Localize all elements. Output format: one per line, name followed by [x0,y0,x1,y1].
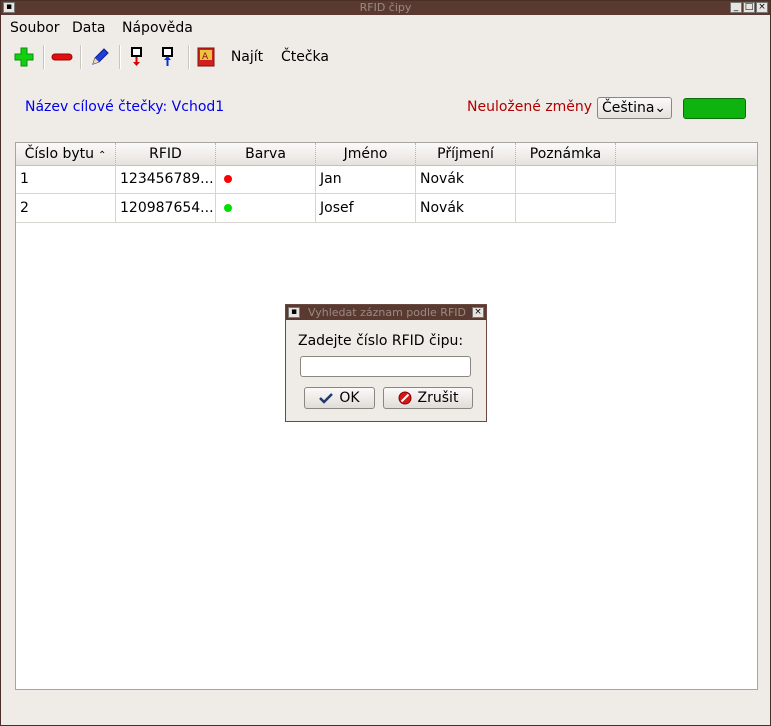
window-title: RFID čipy [359,1,412,14]
svg-text:A: A [202,52,209,62]
window-menu-icon[interactable]: ▪ [3,2,15,13]
cell-rfid[interactable]: 123456789... [116,165,216,194]
reader-label: Čtečka [280,49,329,65]
toolbar-separator [119,45,121,69]
remove-record-button[interactable] [49,45,75,69]
language-value: Čeština [602,100,655,116]
dictionary-button[interactable]: A [194,45,218,69]
color-dot [224,204,232,212]
search-rfid-dialog: ▪ Vyhledat záznam podle RFID × Zadejte č… [285,304,487,422]
dialog-menu-icon[interactable]: ▪ [288,307,300,318]
cell-color[interactable] [216,194,316,223]
cell-rfid[interactable]: 120987654... [116,194,216,223]
column-title: Barva [245,146,286,162]
column-header-first-name[interactable]: Jméno [316,143,416,165]
column-header-color[interactable]: Barva [216,143,316,165]
menu-soubor[interactable]: Soubor [10,20,60,36]
column-header-last-name[interactable]: Příjmení [416,143,516,165]
book-icon: A [197,47,215,67]
column-title: Poznámka [529,146,602,162]
menu-data[interactable]: Data [72,20,105,36]
maximize-icon[interactable]: □ [743,2,755,13]
column-header-note[interactable]: Poznámka [516,143,616,165]
upload-to-reader-button[interactable] [126,45,148,69]
pencil-icon [92,48,109,65]
find-button[interactable]: Najít [227,45,267,69]
column-title: RFID [149,146,182,162]
column-title: Číslo bytu [24,146,94,162]
minimize-icon[interactable]: _ [730,2,742,13]
dialog-title-bar[interactable]: ▪ Vyhledat záznam podle RFID × [286,305,486,320]
minus-icon [51,53,73,61]
cell-color[interactable] [216,165,316,194]
ok-label: OK [339,390,360,406]
toolbar-separator [43,45,45,69]
close-icon[interactable]: × [756,2,768,13]
plus-icon [14,47,34,67]
chip-upload-icon [162,47,173,66]
cell-apartment[interactable]: 2 [16,194,116,223]
color-dot [224,175,232,183]
cancel-icon [398,391,412,405]
cell-last-name[interactable]: Novák [416,194,516,223]
title-bar[interactable]: ▪ RFID čipy _ □ × [1,1,770,15]
toolbar-separator [188,45,190,69]
cancel-button[interactable]: Zrušit [383,387,473,409]
add-record-button[interactable] [11,45,37,69]
cell-last-name[interactable]: Novák [416,165,516,194]
rfid-input[interactable] [300,356,471,377]
dialog-close-icon[interactable]: × [472,307,484,318]
cell-apartment[interactable]: 1 [16,165,116,194]
cancel-label: Zrušit [417,390,459,406]
ok-button[interactable]: OK [304,387,375,409]
target-reader-label: Název cílové čtečky: Vchod1 [25,99,225,115]
toolbar-separator [80,45,82,69]
sort-ascending-icon: ⌃ [98,150,107,161]
cell-first-name[interactable]: Josef [316,194,416,223]
chip-download-icon [131,47,142,66]
cell-first-name[interactable]: Jan [316,165,416,194]
find-label: Najít [230,49,264,65]
language-select[interactable]: Čeština ⌄ [597,97,672,119]
edit-record-button[interactable] [87,45,113,69]
reader-button[interactable]: Čtečka [277,45,333,69]
cell-note[interactable] [516,165,616,194]
column-header-rfid[interactable]: RFID [116,143,216,165]
download-from-reader-button[interactable] [157,45,179,69]
table-header: Číslo bytu ⌃ RFID Barva Jméno Příjmení Po… [16,143,757,166]
unsaved-changes-label: Neuložené změny [467,99,593,115]
main-window: ▪ RFID čipy _ □ × Soubor Data Nápověda A [0,0,771,726]
column-title: Jméno [343,146,388,162]
dialog-prompt: Zadejte číslo RFID čipu: [298,333,464,349]
dialog-title: Vyhledat záznam podle RFID [308,306,466,319]
checkmark-icon [319,393,334,404]
toolbar: A Najít Čtečka [1,41,770,71]
menu-bar: Soubor Data Nápověda [1,16,770,40]
status-indicator-button[interactable] [683,98,746,119]
column-header-apartment[interactable]: Číslo bytu ⌃ [16,143,116,165]
chevron-down-icon: ⌄ [654,100,666,116]
column-title: Příjmení [437,146,494,162]
cell-note[interactable] [516,194,616,223]
menu-napoveda[interactable]: Nápověda [122,20,193,36]
